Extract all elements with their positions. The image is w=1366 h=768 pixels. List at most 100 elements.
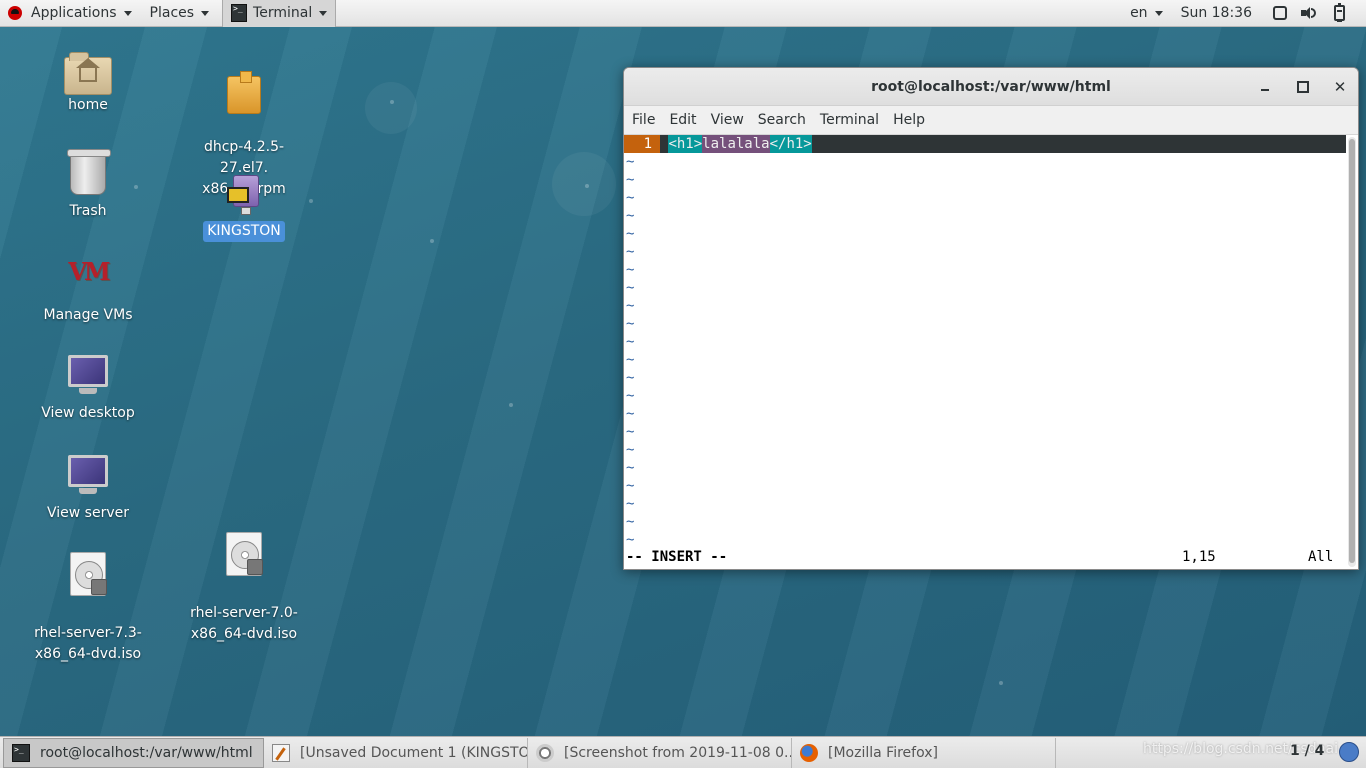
top-panel: Applications Places Terminal en Sun 18:3… [0,0,1366,27]
clock-label: Sun 18:36 [1180,5,1252,21]
taskbar-item-gedit[interactable]: [Unsaved Document 1 (KINGSTO... [264,737,528,768]
desktop-icon-label: home [68,97,108,113]
volume-icon[interactable] [1301,6,1316,20]
language-label: en [1130,5,1148,21]
taskbar-item-terminal[interactable]: root@localhost:/var/www/html [3,737,264,768]
vim-empty-lines: ~ ~ ~ ~ ~ ~ ~ ~ ~ ~ ~ ~ ~ ~ ~ ~ ~ ~ ~ ~ ~ ~ [624,153,1346,549]
taskbar-item-label: root@localhost:/var/www/html [40,744,253,761]
vim-tilde-line: ~ [626,442,635,458]
vim-tilde-line: ~ [626,190,635,206]
active-app-label: Terminal [253,5,313,21]
battery-icon[interactable] [1334,3,1345,22]
desktop-icon-view-server[interactable]: View server [28,451,148,524]
maximize-button[interactable] [1293,77,1313,97]
menu-search[interactable]: Search [751,112,813,128]
screen-icon[interactable] [1273,6,1287,20]
menu-edit[interactable]: Edit [662,112,703,128]
vim-tilde-line: ~ [626,478,635,494]
active-app-menu[interactable]: Terminal [222,0,337,27]
vim-tilde-line: ~ [626,460,635,476]
clock[interactable]: Sun 18:36 [1171,0,1266,27]
terminal-menubar: File Edit View Search Terminal Help [624,106,1358,135]
applications-label: Applications [31,5,117,21]
window-titlebar[interactable]: root@localhost:/var/www/html ✕ [624,68,1358,106]
language-selector[interactable]: en [1122,0,1171,27]
usb-drive-icon [227,175,261,215]
desktop-icon-label: View server [47,505,129,521]
disc-image-icon [70,552,107,596]
vm-icon: VM [68,257,110,286]
vim-tilde-line: ~ [626,298,635,314]
menu-help[interactable]: Help [886,112,932,128]
vim-tilde-line: ~ [626,154,635,170]
menu-terminal[interactable]: Terminal [813,112,886,128]
desktop-icon-label: Trash [69,203,107,219]
vim-open-tag: <h1> [668,135,703,153]
trash-icon [67,149,111,195]
terminal-scrollbar[interactable] [1348,137,1356,567]
vim-tilde-line: ~ [626,172,635,188]
vim-mode-indicator: -- INSERT -- [626,549,728,565]
vim-tilde-line: ~ [626,370,635,386]
chevron-down-icon [1154,10,1163,16]
taskbar-item-firefox[interactable]: [Mozilla Firefox] [792,737,1056,768]
taskbar-item-label: [Mozilla Firefox] [828,744,938,761]
desktop-icon-rhel-7-3-iso[interactable]: rhel-server-7.3- x86_64-dvd.iso [28,531,148,665]
vim-tilde-line: ~ [626,406,635,422]
vim-scroll-position: All [1308,549,1334,565]
desktop-icon-home[interactable]: home [28,51,148,116]
desktop-icon-manage-vms[interactable]: VM Manage VMs [28,251,148,326]
vim-tilde-line: ~ [626,226,635,242]
places-menu[interactable]: Places [142,0,218,27]
close-button[interactable]: ✕ [1330,77,1350,97]
home-folder-icon [64,52,112,95]
vim-tilde-line: ~ [626,388,635,404]
places-label: Places [149,5,195,21]
terminal-text-area[interactable]: 1 <h1> lalalala </h1> ~ ~ ~ ~ ~ ~ ~ ~ ~ ~ ~ ~ ~ ~ ~ ~ ~ ~ ~ ~… [624,135,1346,569]
workspace-switcher-icon[interactable] [1339,742,1359,762]
disc-image-icon [226,532,263,576]
minimize-button[interactable] [1255,77,1275,97]
package-icon [227,71,261,114]
vim-tilde-line: ~ [626,496,635,512]
monitor-icon [68,455,108,494]
text-editor-icon [272,743,290,762]
vim-tilde-line: ~ [626,352,635,368]
taskbar-item-screenshot[interactable]: [Screenshot from 2019-11-08 0... [528,737,792,768]
taskbar-item-label: [Screenshot from 2019-11-08 0... [564,744,792,761]
image-viewer-icon [536,743,554,762]
applications-menu[interactable]: Applications [0,0,140,27]
terminal-icon [12,743,30,762]
vim-tilde-line: ~ [626,244,635,260]
menu-file[interactable]: File [625,112,662,128]
desktop-icon-label: KINGSTON [203,221,285,242]
desktop-icon-label: rhel-server-7.3- x86_64-dvd.iso [34,625,142,662]
chevron-down-icon [319,10,328,16]
firefox-icon [800,743,818,762]
vim-tilde-line: ~ [626,280,635,296]
desktop-icon-trash[interactable]: Trash [28,149,148,222]
vim-tilde-line: ~ [626,262,635,278]
terminal-app-icon [231,4,248,22]
menu-view[interactable]: View [704,112,751,128]
workspace-indicator[interactable]: 1 / 4 [1290,743,1324,759]
vim-tilde-line: ~ [626,316,635,332]
terminal-window[interactable]: root@localhost:/var/www/html ✕ File Edit… [623,67,1359,570]
desktop-icon-kingston[interactable]: KINGSTON [184,171,304,242]
vim-tilde-line: ~ [626,532,635,548]
vim-cursor-position: 1,15 [1182,549,1216,565]
vim-current-line: 1 <h1> lalalala </h1> [624,135,1346,153]
vim-close-tag: </h1> [769,135,812,153]
desktop-icon-label: View desktop [41,405,135,421]
desktop-icon-view-desktop[interactable]: View desktop [28,351,148,424]
monitor-icon [68,355,108,394]
desktop-icon-rhel-7-0-iso[interactable]: rhel-server-7.0- x86_64-dvd.iso [184,511,304,645]
vim-line-number: 1 [624,135,660,153]
vim-tilde-line: ~ [626,514,635,530]
redhat-logo-icon [8,6,22,20]
desktop-icon-label: Manage VMs [43,307,133,323]
window-title: root@localhost:/var/www/html [871,78,1111,95]
vim-tilde-line: ~ [626,334,635,350]
vim-tilde-line: ~ [626,424,635,440]
chevron-down-icon [201,10,210,16]
